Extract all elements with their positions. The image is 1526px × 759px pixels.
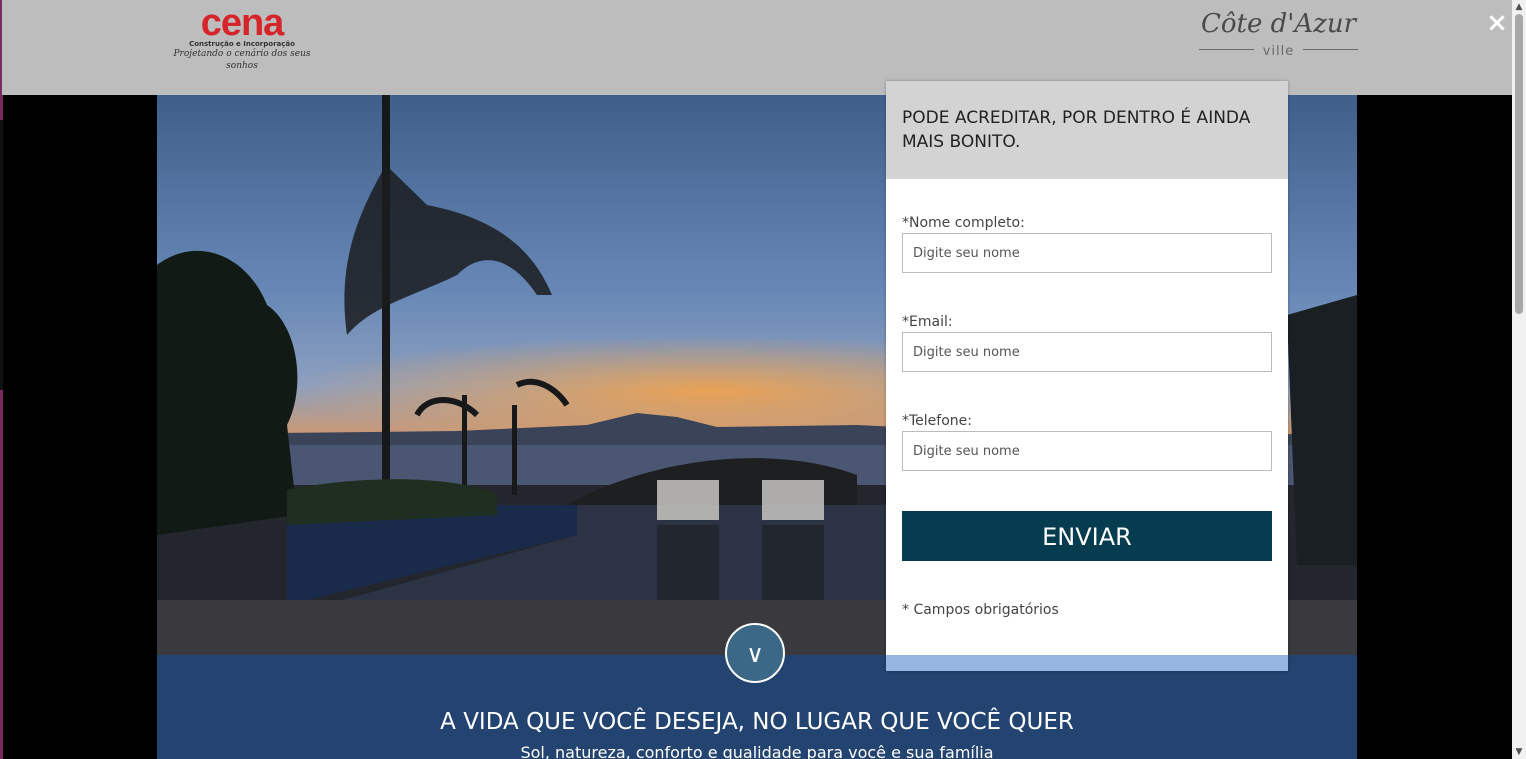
page-scrollbar[interactable]: ▲ ▼ (1512, 0, 1526, 759)
ville-text: ville (1262, 44, 1295, 59)
scroll-down-arrow-icon[interactable]: ▼ (1512, 745, 1526, 759)
cena-logo-tagline: Projetando o cenário dos seus sonhos (173, 49, 311, 71)
cena-logo-subtitle: Construção e Incorporação (189, 40, 295, 48)
lead-form-heading: PODE ACREDITAR, POR DENTRO É AINDA MAIS … (902, 108, 1251, 152)
left-edge-band (0, 120, 3, 390)
required-fields-note: * Campos obrigatórios (902, 602, 1059, 618)
lead-form-header: PODE ACREDITAR, POR DENTRO É AINDA MAIS … (886, 81, 1288, 179)
scrollbar-thumb[interactable] (1515, 14, 1523, 314)
page-left-edge (0, 0, 3, 759)
ville-line-left (1199, 49, 1254, 50)
name-input[interactable] (902, 233, 1272, 273)
cena-logo[interactable]: cena Construção e Incorporação Projetand… (157, 2, 327, 71)
hero-subline: Sol, natureza, conforto e qualidade para… (520, 743, 994, 759)
lead-form: PODE ACREDITAR, POR DENTRO É AINDA MAIS … (886, 81, 1288, 671)
phone-label: *Telefone: (902, 413, 972, 429)
email-input[interactable] (902, 332, 1272, 372)
cote-dazur-script: Côte d'Azur (1200, 9, 1357, 39)
close-icon[interactable]: × (1484, 10, 1510, 36)
email-label: *Email: (902, 314, 953, 330)
lead-form-footer (886, 655, 1288, 671)
name-label: *Nome completo: (902, 215, 1025, 231)
cena-logo-word: cena (200, 2, 285, 44)
scroll-up-arrow-icon[interactable]: ▲ (1512, 0, 1526, 14)
submit-button[interactable]: ENVIAR (902, 511, 1272, 561)
chevron-down-icon: ∨ (746, 640, 764, 668)
scroll-down-button[interactable]: ∨ (725, 623, 785, 683)
ville-line-right (1303, 49, 1358, 50)
cote-dazur-logo[interactable]: Côte d'Azur ville (1197, 8, 1360, 63)
ville-row: ville (1197, 40, 1360, 59)
phone-input[interactable] (902, 431, 1272, 471)
hero-tagline: A VIDA QUE VOCÊ DESEJA, NO LUGAR QUE VOC… (440, 709, 1074, 735)
